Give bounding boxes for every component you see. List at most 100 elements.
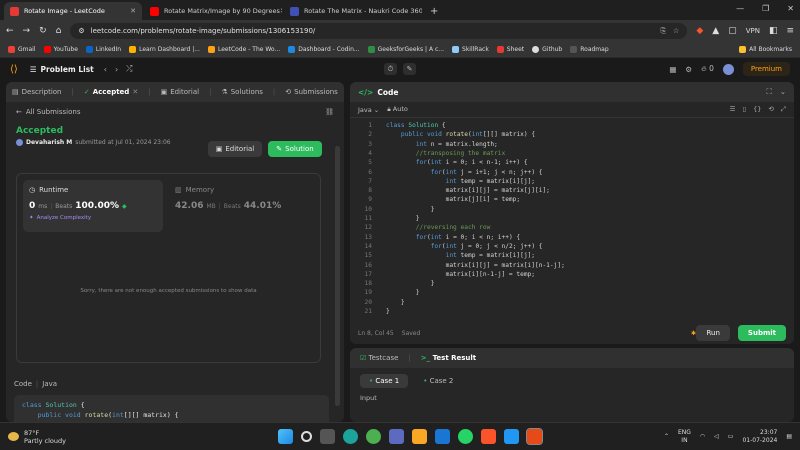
all-bookmarks[interactable]: All Bookmarks	[739, 46, 792, 53]
tab-submissions[interactable]: ⟲ Submissions	[285, 88, 338, 96]
brave-browser-icon[interactable]	[526, 428, 543, 445]
bookmark-sheet[interactable]: Sheet	[496, 46, 524, 53]
analyze-complexity-link[interactable]: ✦ Analyze Complexity	[29, 215, 157, 221]
username[interactable]: Devaharish M	[26, 139, 72, 146]
runtime-card[interactable]: ◷ Runtime 0 ms | Beats 100.00% ◆ ✦ Analyze…	[23, 180, 163, 232]
menu-icon[interactable]: ≡	[786, 26, 794, 36]
bookmark-gmail[interactable]: Gmail	[8, 46, 36, 53]
close-icon[interactable]: ✕	[132, 88, 138, 96]
memory-card[interactable]: ▥ Memory 42.06 MB | Beats 44.01%	[175, 186, 281, 211]
wifi-icon[interactable]: ◠	[700, 433, 705, 441]
solution-button[interactable]: ✎ Solution	[268, 141, 322, 157]
notes-icon[interactable]: ✎	[403, 63, 416, 75]
weather-widget[interactable]: 87°F Partly cloudy	[8, 429, 66, 445]
teams-icon[interactable]	[389, 429, 404, 444]
mail-icon[interactable]	[435, 429, 450, 444]
sidebar-icon[interactable]: ▢	[728, 26, 737, 36]
link-icon[interactable]: ⛓	[325, 108, 334, 116]
install-icon[interactable]: ⎘	[660, 27, 666, 36]
format-icon[interactable]: ☰	[730, 105, 736, 114]
chrome-icon[interactable]	[366, 429, 381, 444]
volume-icon[interactable]: ◁	[714, 433, 719, 441]
autocomplete-toggle[interactable]: 🔒︎ Auto	[387, 105, 408, 114]
minimize-icon[interactable]: —	[736, 4, 744, 13]
tab-editorial[interactable]: ▣ Editorial	[161, 88, 200, 96]
settings-icon[interactable]: ⚙	[685, 65, 692, 74]
all-submissions-link[interactable]: ← All Submissions ⛓	[16, 108, 334, 116]
bookmark-skillrack[interactable]: SkillRack	[452, 46, 489, 53]
task-view-icon[interactable]	[320, 429, 335, 444]
bookmark-linkedin[interactable]: LinkedIn	[85, 46, 121, 53]
close-icon[interactable]: ✕	[280, 7, 282, 15]
code-editor[interactable]: 1 class Solution {2 public void rotate(in…	[350, 118, 794, 320]
search-icon[interactable]	[301, 431, 312, 442]
brave-shield-icon[interactable]: ◆	[696, 26, 703, 36]
notification-icon[interactable]: ▤	[786, 433, 792, 441]
tab-testcase[interactable]: ☑ Testcase	[360, 354, 398, 362]
expand-editor-icon[interactable]: ⤢	[781, 105, 786, 114]
timer-icon[interactable]: ⏱	[384, 63, 397, 75]
brave-icon[interactable]	[481, 429, 496, 444]
url-field[interactable]: ⚙ leetcode.com/problems/rotate-image/sub…	[70, 23, 688, 39]
case-1-button[interactable]: • Case 1	[360, 374, 409, 388]
problem-list-button[interactable]: ☰ Problem List	[30, 65, 94, 74]
vpn-button[interactable]: VPN	[746, 27, 760, 35]
layout-icon[interactable]: ▦	[669, 65, 676, 74]
streak-counter[interactable]: 🔥︎ 0	[701, 64, 714, 74]
file-explorer-icon[interactable]	[412, 429, 427, 444]
scrollbar[interactable]	[335, 146, 340, 406]
browser-tab-gfg[interactable]: Rotate Matrix/Image by 90 Degrees ✕	[144, 2, 282, 20]
premium-button[interactable]: Premium	[742, 62, 790, 76]
bookmark-leetcode[interactable]: LeetCode - The Wo...	[207, 46, 280, 53]
chevron-down-icon[interactable]: ⌄	[780, 87, 786, 97]
debugger-icon[interactable]: ✱	[691, 330, 696, 337]
leetcode-logo-icon[interactable]: ⟨⟩	[10, 64, 18, 75]
star-icon[interactable]: ☆	[673, 27, 679, 36]
battery-icon[interactable]: ▭	[728, 433, 734, 441]
bookmark-github[interactable]: Github	[532, 46, 562, 53]
forward-icon[interactable]: →	[23, 26, 31, 36]
editorial-button[interactable]: ▣ Editorial	[208, 141, 262, 157]
tab-solutions[interactable]: ⚗ Solutions	[221, 88, 262, 96]
new-tab-button[interactable]: +	[424, 2, 444, 20]
bookmark-youtube[interactable]: YouTube	[43, 46, 78, 53]
close-icon[interactable]: ✕	[130, 7, 136, 15]
browser-tab-leetcode[interactable]: Rotate Image - LeetCode ✕	[4, 2, 142, 20]
submitted-code[interactable]: class Solution { public void rotate(int[…	[14, 395, 329, 422]
chevron-up-icon[interactable]: ⌃	[664, 433, 669, 441]
home-icon[interactable]: ⌂	[56, 26, 62, 36]
bookmark-learn[interactable]: Learn Dashboard |...	[129, 46, 200, 53]
case-2-button[interactable]: • Case 2	[414, 374, 462, 388]
next-problem-icon[interactable]: ›	[115, 65, 118, 74]
close-window-icon[interactable]: ✕	[787, 4, 794, 13]
maximize-icon[interactable]: ❐	[762, 4, 769, 13]
bookmark-icon[interactable]: ▯	[742, 105, 746, 114]
run-button[interactable]: Run	[696, 325, 730, 341]
reload-icon[interactable]: ↻	[39, 26, 47, 36]
shuffle-icon[interactable]: ⤮	[126, 64, 132, 74]
todo-icon[interactable]	[504, 429, 519, 444]
edge-icon[interactable]	[343, 429, 358, 444]
extension-icon[interactable]: ▲	[712, 26, 719, 36]
bookmark-roadmap[interactable]: Roadmap	[570, 46, 609, 53]
language-indicator[interactable]: ENG IN	[678, 429, 691, 445]
language-select[interactable]: Java ⌄	[358, 106, 379, 114]
bookmark-dashboard[interactable]: Dashboard - Codin...	[288, 46, 360, 53]
back-icon[interactable]: ←	[6, 26, 14, 36]
expand-icon[interactable]: ⛶	[766, 87, 771, 97]
reset-icon[interactable]: ⟲	[768, 105, 773, 114]
tab-description[interactable]: ▤ Description	[12, 88, 62, 96]
clock[interactable]: 23:07 01-07-2024	[742, 429, 777, 445]
browser-tab-naukri[interactable]: Rotate The Matrix - Naukri Code 360 ✕	[284, 2, 422, 20]
tab-test-result[interactable]: >_ Test Result	[421, 354, 476, 362]
whatsapp-icon[interactable]	[458, 429, 473, 444]
windows-start-icon[interactable]	[278, 429, 293, 444]
bookmark-gfg[interactable]: GeeksforGeeks | A c...	[367, 46, 444, 53]
submit-button[interactable]: Submit	[737, 325, 786, 341]
wallet-icon[interactable]: ◧	[769, 26, 778, 36]
braces-icon[interactable]: {}	[753, 105, 761, 114]
tab-accepted[interactable]: ✓ Accepted ✕	[84, 88, 138, 96]
avatar[interactable]	[722, 63, 734, 75]
site-info-icon[interactable]: ⚙	[78, 27, 84, 35]
prev-problem-icon[interactable]: ‹	[104, 65, 107, 74]
